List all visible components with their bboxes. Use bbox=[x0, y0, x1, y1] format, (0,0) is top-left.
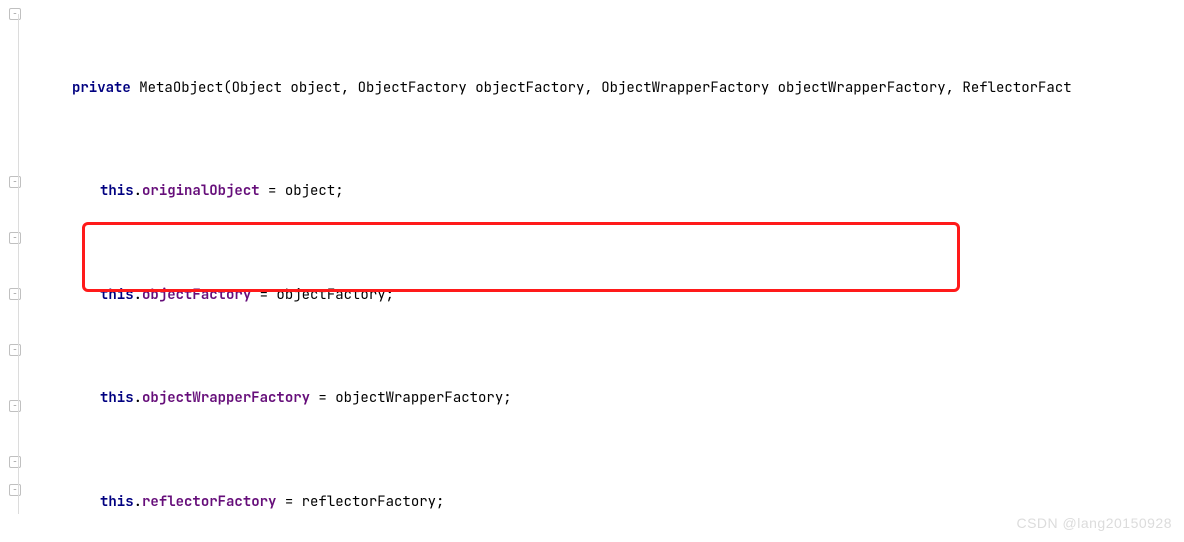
code-line[interactable]: this.reflectorFactory = reflectorFactory… bbox=[30, 490, 1184, 518]
fold-icon[interactable]: − bbox=[9, 344, 21, 356]
fold-icon[interactable]: − bbox=[9, 456, 21, 468]
code-editor[interactable]: − − − − − − − − private MetaObject(Objec… bbox=[0, 0, 1184, 542]
code-line[interactable]: this.objectFactory = objectFactory; bbox=[30, 283, 1184, 311]
code-line[interactable]: this.originalObject = object; bbox=[30, 179, 1184, 207]
fold-icon[interactable]: − bbox=[9, 400, 21, 412]
gutter: − − − − − − − − bbox=[0, 0, 30, 542]
code-line[interactable]: private MetaObject(Object object, Object… bbox=[30, 76, 1184, 104]
fold-icon[interactable]: − bbox=[9, 176, 21, 188]
fold-icon[interactable]: − bbox=[9, 232, 21, 244]
fold-icon[interactable]: − bbox=[9, 288, 21, 300]
fold-icon[interactable]: − bbox=[9, 8, 21, 20]
annotation-box bbox=[82, 222, 960, 292]
fold-icon[interactable]: − bbox=[9, 484, 21, 496]
code-line[interactable]: this.objectWrapperFactory = objectWrappe… bbox=[30, 386, 1184, 414]
code-content[interactable]: private MetaObject(Object object, Object… bbox=[30, 0, 1184, 542]
